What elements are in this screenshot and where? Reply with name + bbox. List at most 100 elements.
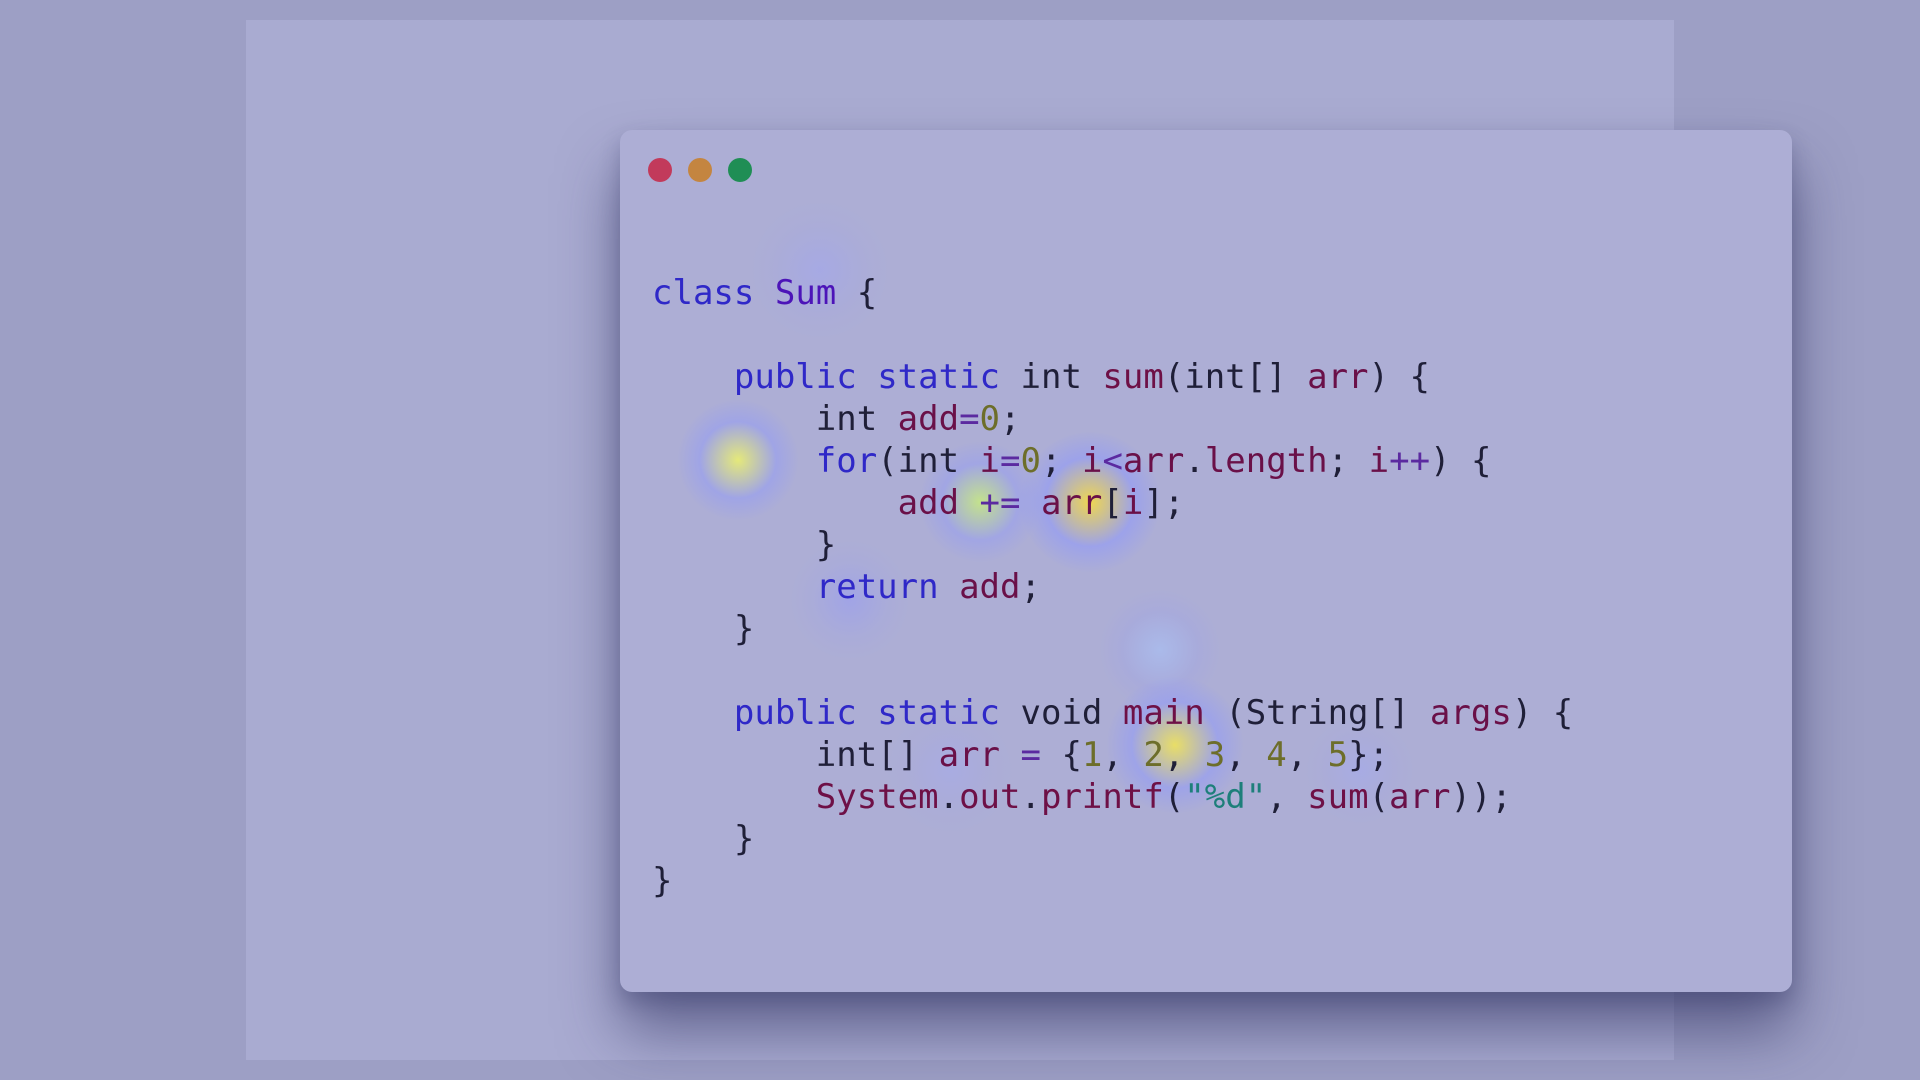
code-token: } bbox=[652, 819, 755, 859]
slide-backdrop: class Sum { public static int sum(int[] … bbox=[246, 20, 1792, 1060]
code-token: . bbox=[1184, 441, 1205, 481]
code-token: 1 bbox=[1081, 735, 1103, 775]
code-token: } bbox=[652, 609, 755, 649]
code-token: [ bbox=[1102, 483, 1123, 523]
code-token: arr bbox=[1122, 441, 1185, 481]
code-token: int bbox=[652, 399, 898, 439]
window-controls bbox=[648, 158, 752, 182]
code-token: printf bbox=[1040, 777, 1164, 817]
code-token: 3 bbox=[1204, 735, 1226, 775]
code-token: ( bbox=[1163, 777, 1185, 817]
code-line: int add=0; bbox=[652, 398, 1573, 440]
code-token: for bbox=[815, 441, 878, 481]
code-token: add bbox=[897, 483, 960, 523]
code-token: ) { bbox=[1368, 357, 1430, 397]
code-token: (int[] bbox=[1163, 357, 1308, 397]
code-token: ; bbox=[1041, 441, 1082, 481]
code-token: { bbox=[1040, 735, 1082, 775]
code-line: } bbox=[652, 524, 1573, 566]
code-token: 5 bbox=[1327, 735, 1349, 775]
code-token: = bbox=[959, 399, 980, 439]
code-token: int bbox=[1000, 357, 1103, 397]
code-line: } bbox=[652, 608, 1573, 650]
close-button[interactable] bbox=[648, 158, 672, 182]
code-token: "%d" bbox=[1184, 777, 1267, 817]
code-token: public bbox=[733, 693, 857, 733]
code-token: int[] bbox=[652, 735, 939, 775]
code-token: ; bbox=[1000, 399, 1021, 439]
code-line: } bbox=[652, 860, 1573, 902]
code-token: arr bbox=[1307, 357, 1369, 397]
code-token: System bbox=[815, 777, 939, 817]
code-token: length bbox=[1204, 441, 1328, 481]
code-token: < bbox=[1102, 441, 1123, 481]
code-token: Sum bbox=[774, 273, 837, 313]
code-token: ( bbox=[1368, 777, 1390, 817]
code-token: = bbox=[1000, 441, 1021, 481]
code-token: , bbox=[1163, 735, 1205, 775]
code-token: 4 bbox=[1266, 735, 1287, 775]
code-token: (String[] bbox=[1204, 693, 1430, 733]
code-token: 2 bbox=[1143, 735, 1164, 775]
code-token: sum bbox=[1307, 777, 1369, 817]
code-line: return add; bbox=[652, 566, 1573, 608]
code-token: static bbox=[877, 693, 1001, 733]
code-token: 0 bbox=[1020, 441, 1041, 481]
code-window: class Sum { public static int sum(int[] … bbox=[620, 130, 1792, 992]
code-token: main bbox=[1122, 693, 1205, 733]
minimize-button[interactable] bbox=[688, 158, 712, 182]
maximize-button[interactable] bbox=[728, 158, 752, 182]
code-token: { bbox=[836, 273, 878, 313]
code-token: i bbox=[1368, 441, 1390, 481]
code-line: } bbox=[652, 818, 1573, 860]
code-token: i bbox=[979, 441, 1001, 481]
code-line: class Sum { bbox=[652, 272, 1573, 314]
code-token: arr bbox=[938, 735, 1000, 775]
code-line: add += arr[i]; bbox=[652, 482, 1573, 524]
code-token: class bbox=[652, 273, 755, 313]
code-line: for(int i=0; i<arr.length; i++) { bbox=[652, 440, 1573, 482]
code-token: i bbox=[1081, 441, 1103, 481]
code-token: , bbox=[1225, 735, 1267, 775]
code-token: . bbox=[938, 777, 960, 817]
code-token: arr bbox=[1040, 483, 1103, 523]
code-token: void bbox=[1000, 693, 1123, 733]
code-line: public static int sum(int[] arr) { bbox=[652, 356, 1573, 398]
code-token: = bbox=[1020, 735, 1041, 775]
code-token: }; bbox=[1348, 735, 1390, 775]
code-token: ) { bbox=[1511, 693, 1574, 733]
code-token: , bbox=[1266, 777, 1308, 817]
code-token: (int bbox=[877, 441, 980, 481]
code-token: . bbox=[1020, 777, 1041, 817]
code-token: ++ bbox=[1389, 441, 1431, 481]
code-token: arr bbox=[1389, 777, 1451, 817]
code-token: add bbox=[959, 567, 1021, 607]
code-token: args bbox=[1429, 693, 1512, 733]
code-token: } bbox=[652, 861, 673, 901]
code-token: static bbox=[877, 357, 1001, 397]
code-token: 0 bbox=[979, 399, 1001, 439]
code-token: ; bbox=[1327, 441, 1369, 481]
code-token: i bbox=[1122, 483, 1144, 523]
code-token: , bbox=[1102, 735, 1144, 775]
code-token: } bbox=[652, 525, 837, 565]
code-token: ; bbox=[1020, 567, 1041, 607]
code-token: return bbox=[815, 567, 939, 607]
code-line: public static void main (String[] args) … bbox=[652, 692, 1573, 734]
code-token: out bbox=[959, 777, 1021, 817]
code-token: ]; bbox=[1143, 483, 1185, 523]
code-token: , bbox=[1286, 735, 1328, 775]
code-token: += bbox=[979, 483, 1021, 523]
